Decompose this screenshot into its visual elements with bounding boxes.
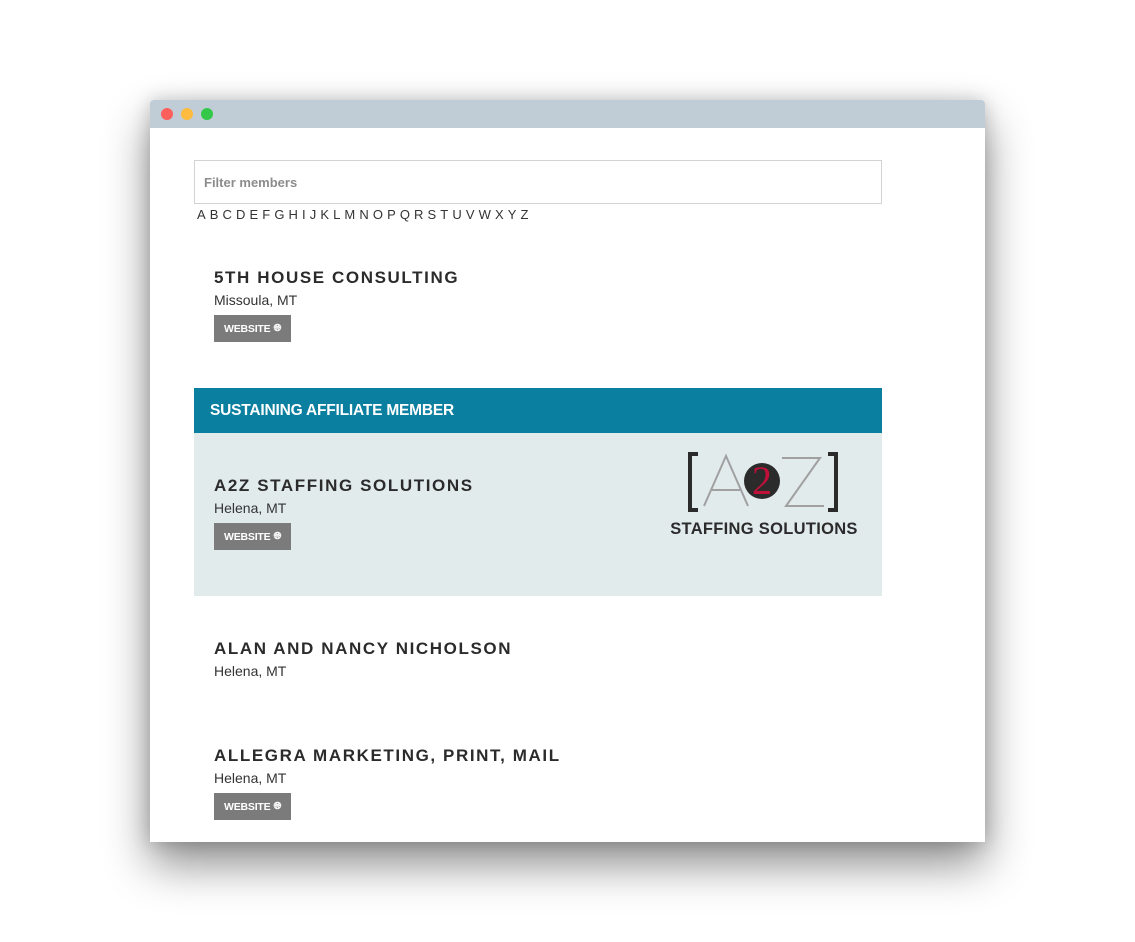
alpha-letter-a[interactable]: A <box>197 207 206 222</box>
member-entry: ALLEGRA MARKETING, PRINT, MAIL Helena, M… <box>214 746 561 820</box>
member-location: Helena, MT <box>214 770 287 786</box>
alpha-letter-f[interactable]: F <box>262 207 270 222</box>
member-name: ALLEGRA MARKETING, PRINT, MAIL <box>214 746 561 765</box>
website-button[interactable]: WEBSITE 🌐︎ <box>214 793 292 820</box>
website-label: WEBSITE <box>224 800 271 813</box>
member-name: A2Z STAFFING SOLUTIONS <box>214 476 474 495</box>
member-name: 5TH HOUSE CONSULTING <box>214 268 460 287</box>
website-label: WEBSITE <box>224 530 271 543</box>
logo-left-bracket <box>688 452 698 512</box>
globe-icon: 🌐︎ <box>273 322 282 334</box>
alphabet-filter: ABCDEFGHIJKLMNOPQRSTUVWXYZ <box>197 207 533 222</box>
member-directory: ABCDEFGHIJKLMNOPQRSTUVWXYZ 5TH HOUSE CON… <box>150 128 985 842</box>
logo-letter-z <box>782 457 824 507</box>
alpha-letter-b[interactable]: B <box>210 207 219 222</box>
globe-icon: 🌐︎ <box>273 800 282 812</box>
featured-member-section: SUSTAINING AFFILIATE MEMBER 2 STAFFING S… <box>194 388 882 596</box>
logo-right-bracket <box>828 452 838 512</box>
alpha-letter-q[interactable]: Q <box>400 207 410 222</box>
member-entry: 5TH HOUSE CONSULTING Missoula, MT WEBSIT… <box>214 268 459 342</box>
alpha-letter-p[interactable]: P <box>387 207 396 222</box>
window-titlebar <box>150 100 985 128</box>
alpha-letter-e[interactable]: E <box>250 207 259 222</box>
member-entry-featured: A2Z STAFFING SOLUTIONS Helena, MT WEBSIT… <box>214 476 474 550</box>
logo-letter-a <box>703 453 749 507</box>
member-name: ALAN AND NANCY NICHOLSON <box>214 639 513 658</box>
website-label: WEBSITE <box>224 322 271 335</box>
member-entry: ALAN AND NANCY NICHOLSON Helena, MT <box>214 639 512 680</box>
alpha-letter-v[interactable]: V <box>466 207 475 222</box>
alpha-letter-z[interactable]: Z <box>521 207 529 222</box>
alpha-letter-n[interactable]: N <box>359 207 368 222</box>
alpha-letter-w[interactable]: W <box>479 207 491 222</box>
alpha-letter-m[interactable]: M <box>344 207 355 222</box>
alpha-letter-y[interactable]: Y <box>508 207 517 222</box>
alpha-letter-c[interactable]: C <box>223 207 232 222</box>
alpha-letter-u[interactable]: U <box>452 207 461 222</box>
alpha-letter-h[interactable]: H <box>289 207 298 222</box>
alpha-letter-s[interactable]: S <box>428 207 437 222</box>
alpha-letter-o[interactable]: O <box>373 207 383 222</box>
alpha-letter-t[interactable]: T <box>440 207 448 222</box>
alpha-letter-l[interactable]: L <box>333 207 340 222</box>
globe-icon: 🌐︎ <box>273 530 282 542</box>
member-location: Missoula, MT <box>214 292 298 308</box>
logo-digit-two: 2 <box>752 458 772 503</box>
alpha-letter-j[interactable]: J <box>310 207 317 222</box>
website-button[interactable]: WEBSITE 🌐︎ <box>214 315 292 342</box>
alpha-letter-k[interactable]: K <box>320 207 329 222</box>
close-window-button[interactable] <box>161 108 173 120</box>
featured-section-header: SUSTAINING AFFILIATE MEMBER <box>194 388 882 433</box>
filter-members-input[interactable] <box>194 160 882 204</box>
logo-subtitle: STAFFING SOLUTIONS <box>670 520 858 538</box>
alpha-letter-x[interactable]: X <box>495 207 504 222</box>
browser-window: ABCDEFGHIJKLMNOPQRSTUVWXYZ 5TH HOUSE CON… <box>150 100 985 842</box>
alpha-letter-i[interactable]: I <box>302 207 306 222</box>
member-location: Helena, MT <box>214 500 287 516</box>
alpha-letter-r[interactable]: R <box>414 207 423 222</box>
minimize-window-button[interactable] <box>181 108 193 120</box>
a2z-logo: 2 STAFFING SOLUTIONS <box>670 452 858 538</box>
member-location: Helena, MT <box>214 663 287 679</box>
alpha-letter-g[interactable]: G <box>274 207 284 222</box>
maximize-window-button[interactable] <box>201 108 213 120</box>
website-button[interactable]: WEBSITE 🌐︎ <box>214 523 292 550</box>
alpha-letter-d[interactable]: D <box>236 207 245 222</box>
